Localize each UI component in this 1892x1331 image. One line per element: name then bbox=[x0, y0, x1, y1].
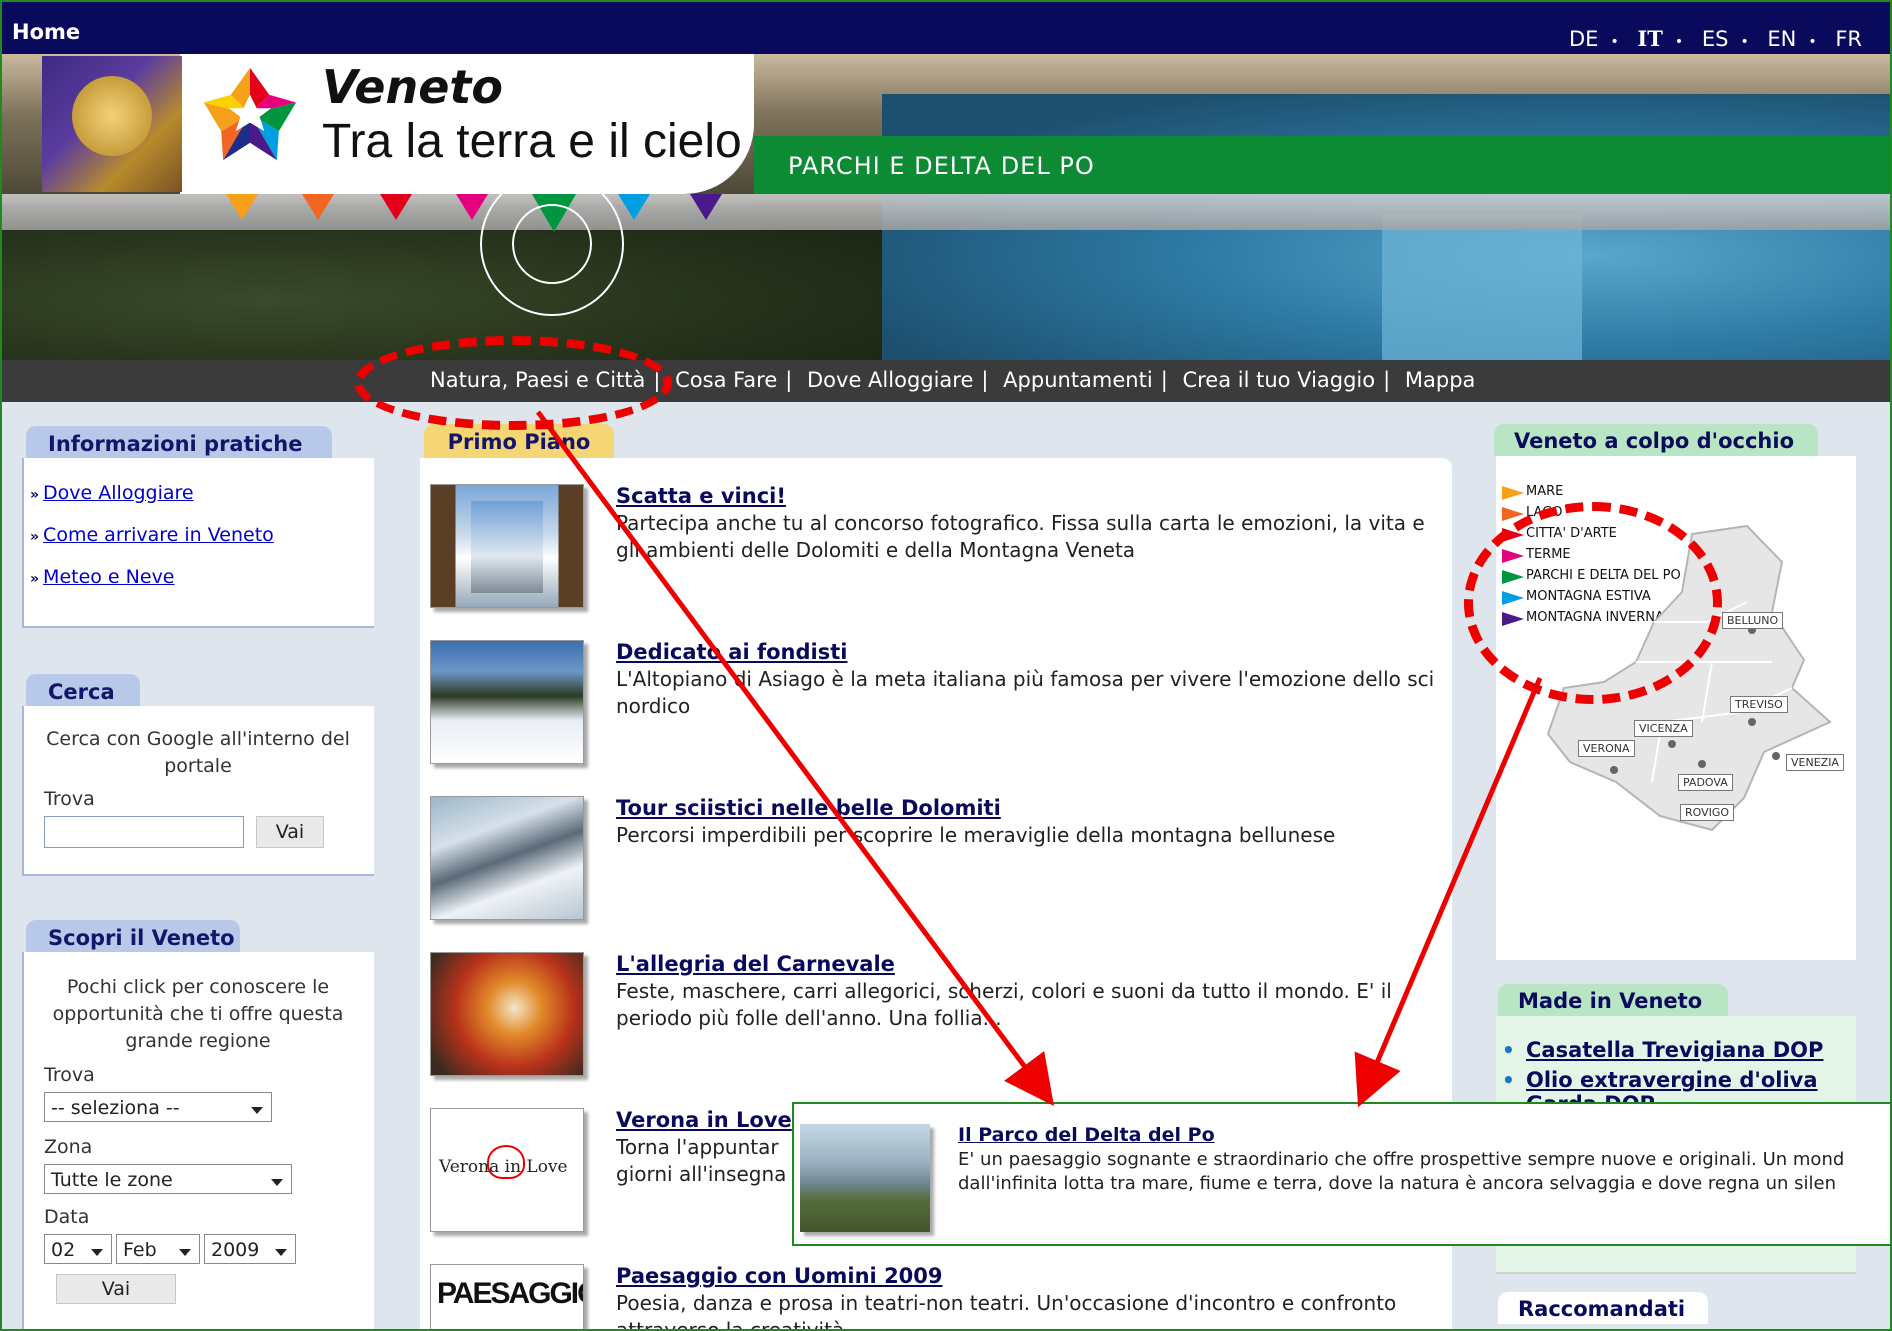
annotation-arrows bbox=[535, 410, 1543, 1108]
page-frame: Home DE • IT • ES • EN • FR Veneto Tra l… bbox=[0, 0, 1892, 1331]
